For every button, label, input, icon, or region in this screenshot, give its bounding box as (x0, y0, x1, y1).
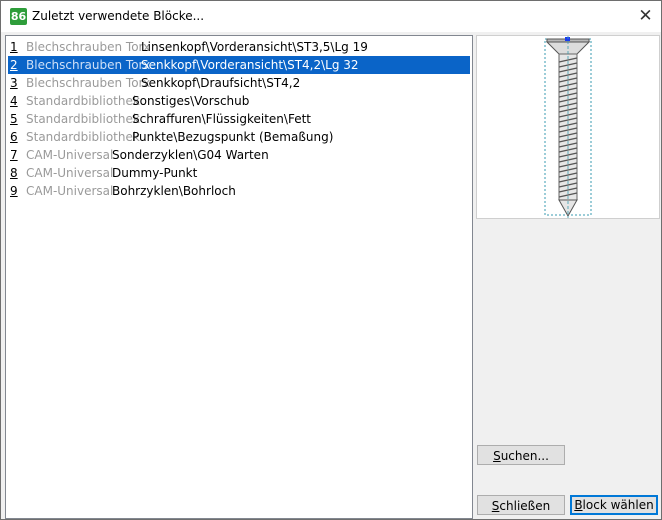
list-item-library: Blechschrauben Torx (26, 40, 151, 54)
close-button-label: chließen (499, 499, 551, 513)
list-item[interactable]: 6 Standardbibliothek Punkte\Bezugspunkt (B… (8, 128, 470, 146)
list-item-number: 7 (10, 148, 18, 162)
list-item-block-name: Bohrzyklen\Bohrloch (112, 184, 236, 198)
list-item-number: 4 (10, 94, 18, 108)
list-item[interactable]: 5 Standardbibliothek Schraffuren\Flüssigke… (8, 110, 470, 128)
list-item[interactable]: 7 CAM-Universal Sonderzyklen\G04 Warten (8, 146, 470, 164)
list-item[interactable]: 1 Blechschrauben Torx Linsenkopf\Vorderans… (8, 38, 470, 56)
list-item-number: 3 (10, 76, 18, 90)
list-item-library: Standardbibliothek (26, 94, 140, 108)
list-item-library: Standardbibliothek (26, 130, 140, 144)
list-item-library: CAM-Universal (26, 184, 114, 198)
list-item-number: 9 (10, 184, 18, 198)
dialog-window: 86 Zuletzt verwendete Blöcke... ✕ 1 Blech… (0, 0, 662, 520)
app-icon: 86 (10, 8, 27, 25)
list-item-library: Blechschrauben Torx (26, 76, 151, 90)
list-item-library: CAM-Universal (26, 148, 114, 162)
search-button-accel: S (493, 449, 501, 463)
list-item[interactable]: 8 CAM-Universal Dummy-Punkt (8, 164, 470, 182)
list-item-block-name: Schraffuren\Flüssigkeiten\Fett (132, 112, 311, 126)
choose-block-button[interactable]: Block wählen (570, 495, 658, 515)
close-button[interactable]: Schließen (477, 495, 565, 515)
list-item-library: Blechschrauben Torx (26, 58, 151, 72)
list-item-number: 1 (10, 40, 18, 54)
list-item[interactable]: 2 Blechschrauben Torx Senkkopf\Vorderansic… (8, 56, 470, 74)
list-item[interactable]: 9 CAM-Universal Bohrzyklen\Bohrloch (8, 182, 470, 200)
list-item-number: 5 (10, 112, 18, 126)
recent-blocks-list[interactable]: 1 Blechschrauben Torx Linsenkopf\Vorderans… (5, 35, 473, 519)
choose-block-button-accel: B (574, 498, 583, 512)
list-item-number: 2 (10, 58, 18, 72)
list-item-block-name: Sonderzyklen\G04 Warten (112, 148, 269, 162)
search-button[interactable]: Suchen... (477, 445, 565, 465)
block-preview (476, 35, 660, 219)
close-icon[interactable]: ✕ (630, 1, 661, 32)
screw-preview-drawing (544, 36, 592, 218)
list-item[interactable]: 3 Blechschrauben Torx Senkkopf\Draufsicht\… (8, 74, 470, 92)
list-item-block-name: Linsenkopf\Vorderansicht\ST3,5\Lg 19 (141, 40, 368, 54)
window-title: Zuletzt verwendete Blöcke... (32, 9, 205, 23)
list-item-library: CAM-Universal (26, 166, 114, 180)
choose-block-button-label: lock wählen (582, 498, 654, 512)
list-item-number: 8 (10, 166, 18, 180)
search-button-label: uchen... (500, 449, 549, 463)
list-item-number: 6 (10, 130, 18, 144)
list-item-block-name: Dummy-Punkt (112, 166, 198, 180)
list-item-block-name: Punkte\Bezugspunkt (Bemaßung) (132, 130, 334, 144)
list-item-block-name: Senkkopf\Draufsicht\ST4,2 (141, 76, 301, 90)
list-item-block-name: Senkkopf\Vorderansicht\ST4,2\Lg 32 (141, 58, 359, 72)
list-item-block-name: Sonstiges\Vorschub (132, 94, 250, 108)
title-bar: 86 Zuletzt verwendete Blöcke... ✕ (1, 1, 661, 32)
list-item-library: Standardbibliothek (26, 112, 140, 126)
list-item[interactable]: 4 Standardbibliothek Sonstiges\Vorschub (8, 92, 470, 110)
